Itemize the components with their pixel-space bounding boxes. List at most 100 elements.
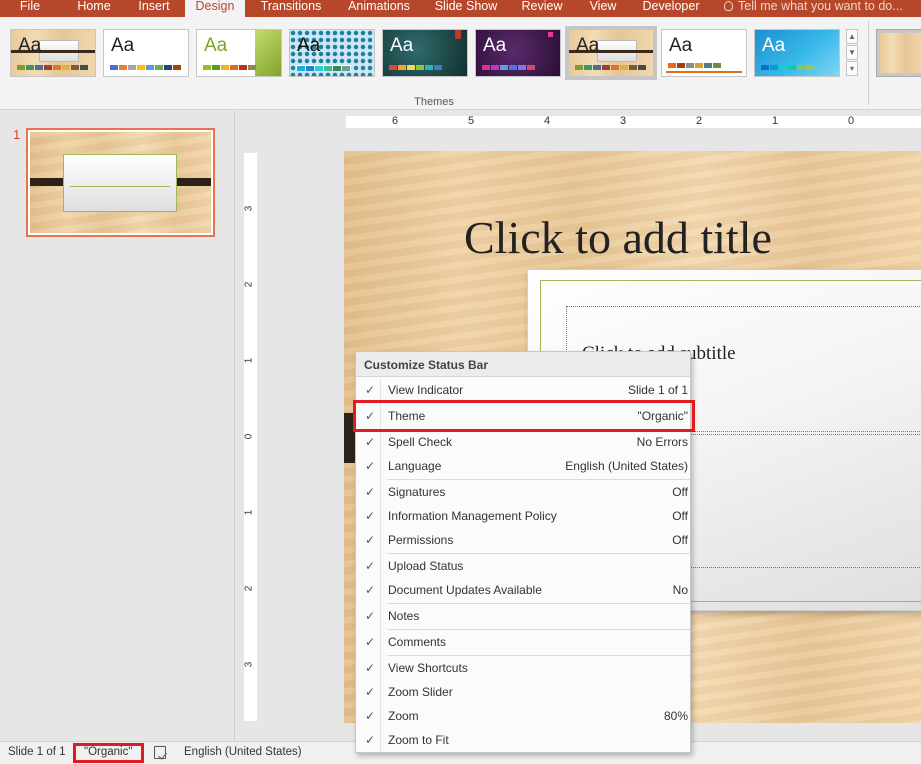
tab-file[interactable]: File [6,0,54,17]
theme-purple[interactable]: Aa [475,29,561,77]
spell-check-icon[interactable] [154,746,166,759]
menu-item-label: Information Management Policy [388,509,557,523]
thumb-bar-left [30,178,64,186]
menu-item-zoom-slider[interactable]: ✓ Zoom Slider [356,681,690,703]
color-swatches [761,65,814,70]
tab-home[interactable]: Home [66,0,122,17]
check-icon: ✓ [365,459,376,473]
thumb-bar-right [175,178,211,186]
menu-item-language[interactable]: ✓ Language English (United States) [356,455,690,477]
status-theme-highlight [73,743,144,763]
menu-item-notes[interactable]: ✓ Notes [356,605,690,627]
slide-number: 1 [13,127,21,142]
check-icon: ✓ [365,709,376,723]
slide-thumbnail[interactable] [26,128,215,237]
menu-item-value: Slide 1 of 1 [627,383,688,397]
theme-plain[interactable]: Aa [661,29,747,77]
check-icon: ✓ [365,485,376,499]
variant-thumb[interactable] [876,29,921,77]
theme-pattern[interactable]: Aa [289,29,375,77]
theme-aa-label: Aa [483,35,507,56]
ribbon-separator [868,21,869,105]
check-icon: ✓ [365,733,376,747]
theme-office[interactable]: Aa [103,29,189,77]
menu-item-signatures[interactable]: ✓ Signatures Off [356,481,690,503]
slide-thumbnail-panel: 1 [0,111,235,741]
tab-view[interactable]: View [582,0,624,17]
menu-item-view-shortcuts[interactable]: ✓ View Shortcuts [356,657,690,679]
theme-underline [666,71,742,73]
tell-me-text: Tell me what you want to do... [738,0,903,13]
gallery-up-icon[interactable]: ▲ [846,29,858,44]
color-swatches [389,65,442,70]
tab-review[interactable]: Review [514,0,570,17]
theme-facet[interactable]: Aa [196,29,282,77]
ruler-label: 0 [243,433,255,440]
theme-aa-label: Aa [390,35,414,56]
color-swatches [203,65,256,70]
gallery-down-icon[interactable]: ▼ [846,45,858,60]
tab-slide-show[interactable]: Slide Show [430,0,502,17]
tab-animations[interactable]: Animations [338,0,420,17]
ruler-label: 1 [243,509,255,516]
status-slide-indicator[interactable]: Slide 1 of 1 [8,746,66,758]
menu-item-upload-status[interactable]: ✓ Upload Status [356,555,690,577]
menu-separator [387,553,690,554]
menu-item-label: Signatures [388,485,446,499]
themes-gallery-scroll: ▲ ▼ ▾ [846,29,858,77]
check-icon: ✓ [365,383,376,397]
theme-organic-selected[interactable]: Aa [565,26,657,80]
menu-item-value: 80% [663,709,688,723]
theme-dark-teal[interactable]: Aa [382,29,468,77]
check-icon: ✓ [365,661,376,675]
menu-item-comments[interactable]: ✓ Comments [356,631,690,653]
check-icon: ✓ [365,609,376,623]
status-language[interactable]: English (United States) [184,746,302,758]
menu-item-label: Language [388,459,442,473]
ruler-label: 2 [243,281,255,288]
tab-transitions[interactable]: Transitions [252,0,330,17]
color-swatches [482,65,535,70]
theme-ribbon-mark [455,30,461,39]
tab-insert[interactable]: Insert [128,0,180,17]
menu-item-permissions[interactable]: ✓ Permissions Off [356,529,690,551]
menu-item-label: Permissions [388,533,454,547]
check-icon: ✓ [365,559,376,573]
menu-separator [387,479,690,480]
color-swatches [17,65,88,70]
color-swatches [668,63,721,68]
theme-aa-label: Aa [111,35,135,56]
theme-ion[interactable]: Aa [754,29,840,77]
ruler-label: 4 [544,115,551,127]
menu-item-label: Upload Status [388,559,464,573]
ruler-label: 2 [243,585,255,592]
thumb-card [63,154,177,212]
ruler-label: 1 [772,115,779,127]
menu-item-zoom[interactable]: ✓ Zoom 80% [356,705,690,727]
menu-item-spell-check[interactable]: ✓ Spell Check No Errors [356,431,690,453]
color-swatches [575,65,646,70]
check-icon: ✓ [365,533,376,547]
menu-item-label: Document Updates Available [388,583,542,597]
tab-design[interactable]: Design [185,0,245,17]
menu-item-value: Off [672,533,688,547]
menu-item-view-indicator[interactable]: ✓ View Indicator Slide 1 of 1 [356,379,690,401]
check-icon: ✓ [365,509,376,523]
check-icon: ✓ [365,435,376,449]
ribbon-tab-bar: File Home Insert Design Transitions Anim… [0,0,921,17]
menu-item-document-updates[interactable]: ✓ Document Updates Available No [356,579,690,601]
title-placeholder[interactable]: Click to add title [464,211,772,264]
gallery-more-icon[interactable]: ▾ [846,61,858,76]
tell-me-search[interactable]: Tell me what you want to do... [724,0,903,17]
themes-group-label: Themes [414,96,454,108]
menu-item-label: Zoom to Fit [388,733,449,747]
menu-item-value: Off [672,485,688,499]
menu-item-value: Off [672,509,688,523]
theme-organic[interactable]: Aa [10,29,96,77]
menu-separator [387,655,690,656]
variant-inner [880,33,921,73]
menu-separator [387,629,690,630]
menu-item-information-management-policy[interactable]: ✓ Information Management Policy Off [356,505,690,527]
menu-item-zoom-to-fit[interactable]: ✓ Zoom to Fit [356,729,690,751]
tab-developer[interactable]: Developer [636,0,706,17]
